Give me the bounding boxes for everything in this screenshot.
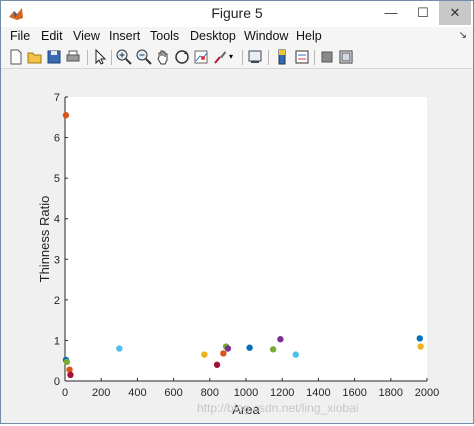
y-tick-label: 0 xyxy=(54,376,60,388)
menu-file[interactable]: File xyxy=(10,29,30,43)
save-icon[interactable] xyxy=(45,48,63,66)
x-tick-label: 1200 xyxy=(270,387,294,399)
edit-plot-icon[interactable] xyxy=(91,48,109,66)
x-tick-label: 200 xyxy=(92,387,110,399)
data-cursor-icon[interactable] xyxy=(192,48,210,66)
x-tick-label: 1400 xyxy=(306,387,330,399)
data-point xyxy=(67,371,74,379)
toolbar-separator xyxy=(268,50,269,65)
close-button[interactable]: ✕ xyxy=(439,1,471,25)
y-axis-label: Thinness Ratio xyxy=(37,196,52,283)
y-tick-label: 6 xyxy=(54,133,60,145)
hide-plot-tools-icon[interactable] xyxy=(318,48,336,66)
scatter-plot[interactable]: 0 200 400 600 800 1000 1200 1400 1600 1800 2000 0 1 2… xyxy=(1,70,473,423)
menu-bar: File Edit View Insert Tools Desktop Wind… xyxy=(1,27,473,47)
data-point xyxy=(417,343,424,350)
maximize-button[interactable]: ☐ xyxy=(407,1,439,25)
menu-tools[interactable]: Tools xyxy=(150,29,179,43)
y-tick-label: 4 xyxy=(54,214,60,226)
new-figure-icon[interactable] xyxy=(7,48,25,66)
print-icon[interactable] xyxy=(64,48,82,66)
toolbar-separator xyxy=(314,50,315,65)
menu-edit[interactable]: Edit xyxy=(41,29,63,43)
y-tick-label: 5 xyxy=(54,173,60,185)
data-point xyxy=(63,358,71,366)
figure-window: Figure 5 — ☐ ✕ File Edit View Insert Too… xyxy=(0,0,474,424)
watermark-text: http://blog.csdn.net/ling_xiobai xyxy=(197,401,358,415)
minimize-button[interactable]: — xyxy=(375,1,407,25)
y-tick-label: 3 xyxy=(54,254,60,266)
x-tick-label: 1000 xyxy=(234,387,258,399)
menu-insert[interactable]: Insert xyxy=(109,29,140,43)
data-point xyxy=(416,335,423,342)
data-point xyxy=(224,345,232,352)
y-tick-label: 1 xyxy=(54,335,60,347)
x-tick-label: 600 xyxy=(164,387,182,399)
menu-view[interactable]: View xyxy=(73,29,100,43)
figure-toolbar: ▾ xyxy=(1,47,473,69)
data-point xyxy=(62,112,70,119)
legend-icon[interactable] xyxy=(293,48,311,66)
x-tick-label: 0 xyxy=(62,387,68,399)
link-plot-icon[interactable] xyxy=(246,48,264,66)
rotate-3d-icon[interactable] xyxy=(173,48,191,66)
toolbar-separator xyxy=(242,50,243,65)
x-tick-label: 400 xyxy=(128,387,146,399)
menu-window[interactable]: Window xyxy=(244,29,288,43)
menu-help[interactable]: Help xyxy=(296,29,322,43)
y-tick-label: 2 xyxy=(54,295,60,307)
zoom-out-icon[interactable] xyxy=(135,48,153,66)
menu-desktop[interactable]: Desktop xyxy=(190,29,236,43)
data-point xyxy=(269,346,277,353)
pan-icon[interactable] xyxy=(154,48,172,66)
zoom-in-icon[interactable] xyxy=(115,48,133,66)
open-file-icon[interactable] xyxy=(26,48,44,66)
axes-background xyxy=(65,97,427,381)
dock-arrow-icon[interactable]: ↘ xyxy=(459,30,467,41)
x-tick-label: 1800 xyxy=(379,387,403,399)
data-point xyxy=(277,336,284,343)
data-point xyxy=(201,351,208,358)
figure-canvas: 0 200 400 600 800 1000 1200 1400 1600 1800 2000 0 1 2… xyxy=(1,70,473,423)
x-tick-label: 1600 xyxy=(342,387,366,399)
title-bar[interactable]: Figure 5 — ☐ ✕ xyxy=(1,1,473,27)
data-point xyxy=(246,344,253,351)
x-tick-label: 2000 xyxy=(415,387,439,399)
toolbar-separator xyxy=(87,50,88,65)
show-plot-tools-icon[interactable] xyxy=(337,48,355,66)
data-point xyxy=(213,361,221,368)
data-point xyxy=(292,351,299,358)
colorbar-icon[interactable] xyxy=(273,48,291,66)
data-point xyxy=(116,345,123,352)
brush-dropdown-icon[interactable]: ▾ xyxy=(229,48,237,66)
data-point xyxy=(220,350,227,357)
toolbar-separator xyxy=(111,50,112,65)
brush-icon[interactable] xyxy=(211,48,229,66)
y-tick-label: 7 xyxy=(54,92,60,104)
x-tick-label: 800 xyxy=(201,387,219,399)
